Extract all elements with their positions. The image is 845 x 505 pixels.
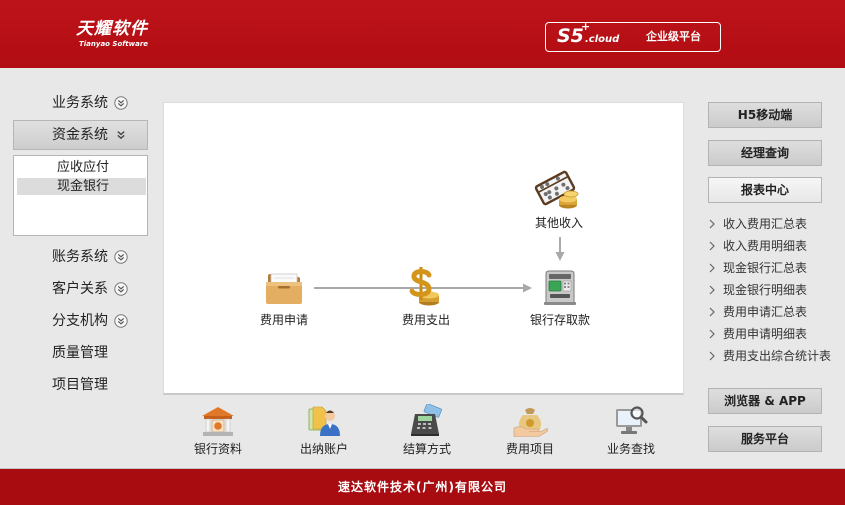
report-item-cash-bank-detail[interactable]: 现金银行明细表 <box>708 281 838 299</box>
money-bag-icon <box>512 404 548 438</box>
sidebar-item-label: 账务系统 <box>52 249 108 265</box>
report-item-income-expense-detail[interactable]: 收入费用明细表 <box>708 237 838 255</box>
service-platform-button[interactable]: 服务平台 <box>708 426 822 452</box>
report-center-header[interactable]: 报表中心 <box>708 177 822 203</box>
funds-submenu: 应收应付 现金银行 <box>13 155 148 236</box>
report-item-fee-pay-statistics[interactable]: 费用支出综合统计表 <box>708 347 838 365</box>
report-item-label: 收入费用明细表 <box>723 239 808 253</box>
submenu-item-cash-bank[interactable]: 现金银行 <box>17 178 146 195</box>
badge-product: S5 <box>557 25 584 47</box>
flow-panel: 费用申请 费用支出 银行存取款 其他收入 <box>163 102 684 395</box>
chevron-circle-down-icon <box>114 314 128 328</box>
sidebar-item-label: 项目管理 <box>52 377 108 393</box>
report-item-label: 收入费用汇总表 <box>723 217 808 231</box>
sidebar-item-label: 业务系统 <box>52 95 108 111</box>
bank-building-icon <box>200 404 236 438</box>
report-item-fee-apply-detail[interactable]: 费用申请明细表 <box>708 325 838 343</box>
flow-node-label: 费用申请 <box>259 313 308 327</box>
footer-company: 速达软件技术(广州)有限公司 <box>338 480 507 494</box>
shortcut-label: 结算方式 <box>402 442 451 456</box>
report-item-label: 费用申请汇总表 <box>723 305 808 319</box>
submenu-item-receivables[interactable]: 应收应付 <box>17 159 146 177</box>
footer: 速达软件技术(广州)有限公司 <box>0 468 845 505</box>
badge-tagline: 企业级平台 <box>646 30 701 43</box>
arrow-income-to-bank <box>555 237 565 261</box>
shortcut-label: 出纳账户 <box>299 442 348 456</box>
sidebar-item-label: 质量管理 <box>52 345 108 361</box>
flow-node-label: 银行存取款 <box>529 313 590 327</box>
flow-node-label: 其他收入 <box>534 216 583 230</box>
computer-search-icon <box>613 404 649 438</box>
product-badge: S5 + .cloud 企业级平台 <box>545 20 721 52</box>
flow-node-bank[interactable]: 银行存取款 <box>515 267 605 328</box>
chevron-right-icon <box>709 219 715 229</box>
shortcut-label: 费用项目 <box>505 442 554 456</box>
badge-suffix: .cloud <box>585 34 620 45</box>
chevron-right-icon <box>709 285 715 295</box>
shortcut-business-search[interactable]: 业务查找 <box>591 402 671 458</box>
sidebar-item-accounting[interactable]: 账务系统 <box>13 242 148 272</box>
chevron-right-icon <box>709 351 715 361</box>
flow-arrows <box>314 237 565 293</box>
top-header: 天耀软件 Tianyao Software S5 + .cloud 企业级平台 <box>0 0 845 68</box>
browser-app-button[interactable]: 浏览器 & APP <box>708 388 822 414</box>
chevron-circle-down-icon <box>114 250 128 264</box>
sidebar-item-label: 客户关系 <box>52 281 108 297</box>
sidebar-item-business[interactable]: 业务系统 <box>13 88 148 118</box>
chevron-circle-down-icon <box>114 96 128 110</box>
flow-node-fee-pay[interactable]: 费用支出 <box>381 265 471 328</box>
flow-node-other-income[interactable]: 其他收入 <box>514 170 604 231</box>
chevron-right-icon <box>709 241 715 251</box>
chevron-circle-down-icon <box>114 282 128 296</box>
chevron-right-icon <box>709 329 715 339</box>
cashier-icon <box>306 404 342 438</box>
atm-icon <box>540 267 580 307</box>
report-item-label: 费用支出综合统计表 <box>723 349 832 363</box>
flow-node-label: 费用支出 <box>401 313 450 327</box>
report-item-cash-bank-summary[interactable]: 现金银行汇总表 <box>708 259 838 277</box>
report-item-label: 现金银行明细表 <box>723 283 808 297</box>
sidebar-item-branches[interactable]: 分支机构 <box>13 306 148 336</box>
shortcut-settlement-method[interactable]: 结算方式 <box>387 402 467 458</box>
sidebar-item-label: 资金系统 <box>52 127 108 143</box>
report-item-fee-apply-summary[interactable]: 费用申请汇总表 <box>708 303 838 321</box>
sidebar-item-crm[interactable]: 客户关系 <box>13 274 148 304</box>
double-chevron-down-icon <box>114 128 128 142</box>
flow-node-fee-apply[interactable]: 费用申请 <box>239 270 329 328</box>
chevron-right-icon <box>709 307 715 317</box>
sidebar-item-quality[interactable]: 质量管理 <box>13 338 148 368</box>
badge-superscript: + <box>581 20 591 33</box>
shortcut-bank-info[interactable]: 银行资料 <box>178 402 258 458</box>
shortcut-expense-item[interactable]: 费用项目 <box>490 402 570 458</box>
submenu-item-label: 应收应付 <box>57 160 110 175</box>
report-item-label: 费用申请明细表 <box>723 327 808 341</box>
abacus-coins-icon <box>534 170 581 210</box>
shortcut-cashier-account[interactable]: 出纳账户 <box>284 402 364 458</box>
logo-subtitle: Tianyao Software <box>79 40 149 48</box>
sidebar-item-funds[interactable]: 资金系统 <box>13 120 148 150</box>
h5-mobile-button[interactable]: H5移动端 <box>708 102 822 128</box>
chevron-right-icon <box>709 263 715 273</box>
sidebar-item-projects[interactable]: 项目管理 <box>13 370 148 400</box>
manager-query-button[interactable]: 经理查询 <box>708 140 822 166</box>
submenu-item-label: 现金银行 <box>57 179 110 194</box>
logo-title: 天耀软件 <box>76 19 148 39</box>
report-item-label: 现金银行汇总表 <box>723 261 808 275</box>
report-item-income-expense-summary[interactable]: 收入费用汇总表 <box>708 215 838 233</box>
shortcut-label: 业务查找 <box>606 442 655 456</box>
card-terminal-icon <box>409 404 445 438</box>
folder-icon <box>264 270 304 306</box>
dollar-coins-icon <box>404 265 444 307</box>
sidebar-item-label: 分支机构 <box>52 313 108 329</box>
brand-logo: 天耀软件 Tianyao Software <box>76 19 166 51</box>
shortcut-label: 银行资料 <box>193 442 242 456</box>
